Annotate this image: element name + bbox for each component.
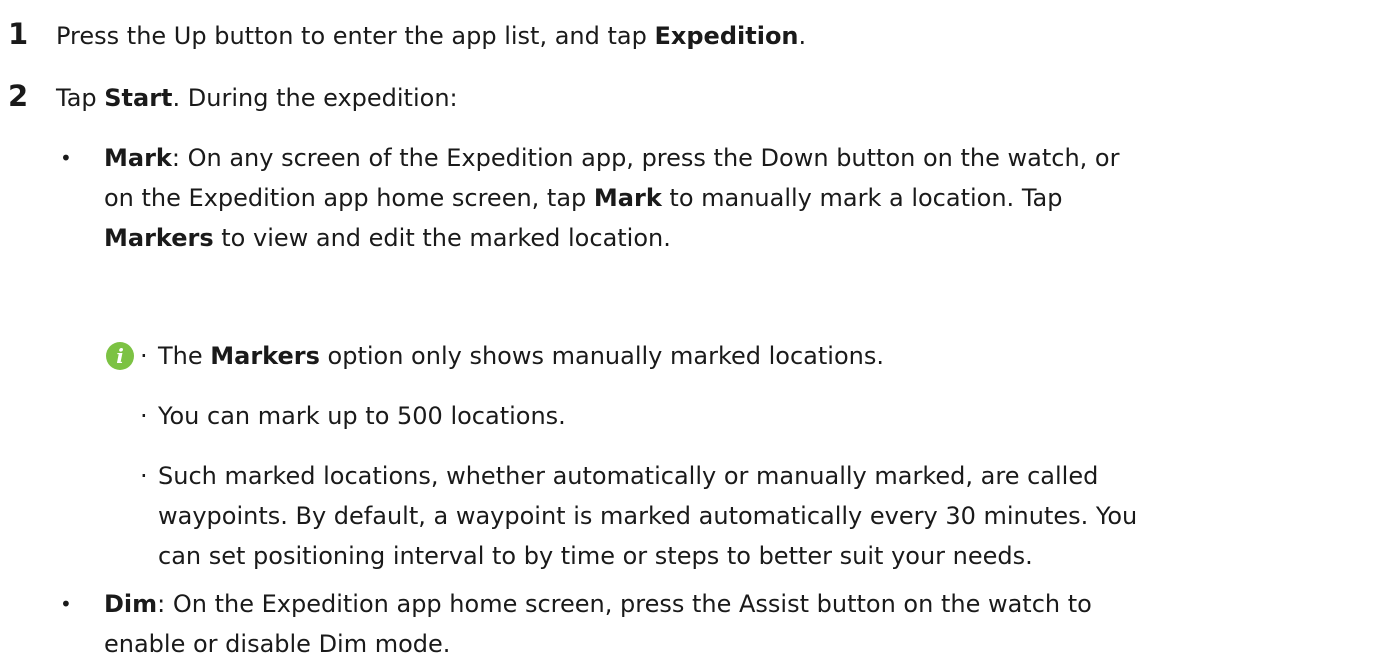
bullet-dim-text: Dim: On the Expedition app home screen, … — [104, 584, 1374, 664]
step-text-part: Press the Up button to enter the app lis… — [56, 22, 655, 50]
step-text-bold: Expedition — [654, 22, 799, 50]
step-text-bold: Start — [104, 84, 173, 112]
step-text-part: Tap — [56, 84, 105, 112]
bullet-dot: • — [60, 146, 72, 170]
mark-line-1: Mark: On any screen of the Expedition ap… — [104, 138, 1374, 178]
step-number: 1 — [8, 17, 29, 51]
note-2-text: You can mark up to 500 locations. — [158, 402, 566, 430]
step-2: 2 Tap Start. During the expedition: — [8, 76, 458, 118]
step-text-part: . — [798, 22, 807, 50]
mark-line-2: on the Expedition app home screen, tap M… — [104, 178, 1374, 218]
note-bullet-dot: · — [140, 342, 148, 370]
mark-line-2-text: on the Expedition app home screen, tap — [104, 184, 594, 212]
dim-line-1: Dim: On the Expedition app home screen, … — [104, 584, 1374, 624]
note-1-text-start: The — [158, 342, 211, 370]
mark-line-3-text: to view and edit the marked location. — [213, 224, 671, 252]
note-3-line-1: Such marked locations, whether automatic… — [158, 462, 1099, 490]
note-3-line-3: can set positioning interval to by time … — [158, 542, 1033, 570]
step-text: Tap Start. During the expedition: — [56, 78, 458, 118]
document-page: 1 Press the Up button to enter the app l… — [0, 0, 1389, 668]
note-3-text: Such marked locations, whether automatic… — [158, 456, 1378, 576]
note-bullet-dot: · — [140, 462, 148, 490]
dim-label: Dim — [104, 590, 158, 618]
mark-line-3: Markers to view and edit the marked loca… — [104, 218, 1374, 258]
note-3-line-2: waypoints. By default, a waypoint is mar… — [158, 502, 1138, 530]
info-icon: i — [106, 342, 134, 370]
mark-line-3-bold: Markers — [104, 224, 214, 252]
step-number: 2 — [8, 79, 29, 113]
mark-line-2-text-end: to manually mark a location. Tap — [661, 184, 1063, 212]
dim-line-2: enable or disable Dim mode. — [104, 630, 451, 658]
dim-line-1-text: : On the Expedition app home screen, pre… — [157, 590, 1092, 618]
note-1-text: The Markers option only shows manually m… — [158, 336, 1378, 376]
bullet-mark-text: Mark: On any screen of the Expedition ap… — [104, 138, 1374, 258]
bullet-dot: • — [60, 592, 72, 616]
note-1-bold: Markers — [210, 342, 320, 370]
step-text: Press the Up button to enter the app lis… — [56, 16, 806, 56]
step-text-part: . During the expedition: — [172, 84, 458, 112]
mark-label: Mark — [104, 144, 172, 172]
note-bullet-dot: · — [140, 402, 148, 430]
step-1: 1 Press the Up button to enter the app l… — [8, 14, 806, 56]
mark-line-2-bold: Mark — [593, 184, 662, 212]
note-1-text-end: option only shows manually marked locati… — [319, 342, 884, 370]
mark-line-1-text: : On any screen of the Expedition app, p… — [171, 144, 1120, 172]
